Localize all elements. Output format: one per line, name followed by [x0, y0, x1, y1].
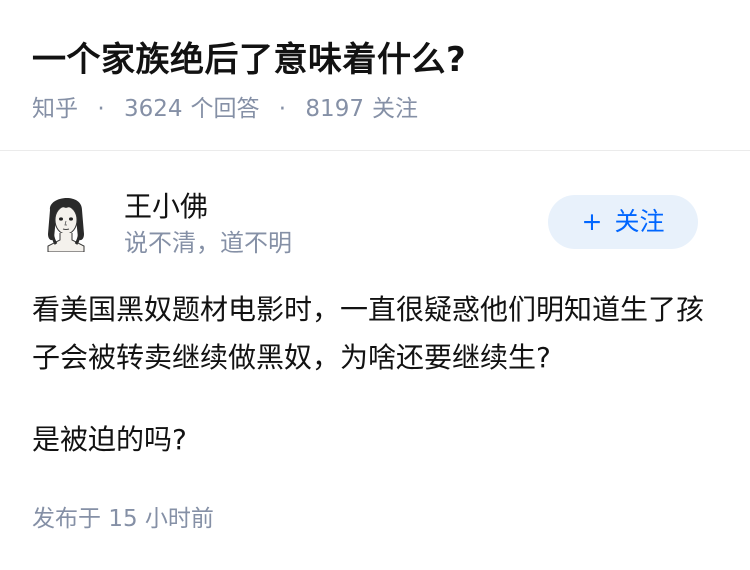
plus-icon: + — [581, 207, 603, 236]
body-paragraph: 是被迫的吗? — [32, 423, 187, 456]
question-meta: 知乎 · 3624 个回答 · 8197 关注 — [32, 92, 418, 126]
answer-label: 个回答 — [190, 96, 260, 122]
meta-separator: · — [97, 96, 105, 122]
author-bio: 说不清，道不明 — [124, 229, 292, 257]
author-name[interactable]: 王小佛 — [124, 188, 208, 226]
avatar-sketch-icon — [47, 197, 85, 253]
question-header: 一个家族绝后了意味着什么? 知乎 · 3624 个回答 · 8197 关注 — [0, 0, 750, 151]
question-title[interactable]: 一个家族绝后了意味着什么? — [32, 36, 466, 84]
follower-label: 关注 — [371, 96, 418, 122]
published-label: 发布于 — [32, 506, 101, 532]
answer-count: 3624 — [123, 96, 183, 122]
source-label[interactable]: 知乎 — [32, 96, 78, 122]
follower-count: 8197 — [305, 96, 364, 122]
author-row: 王小佛 说不清，道不明 + 关注 — [0, 180, 750, 260]
question-body: 看美国黑奴题材电影时，一直很疑惑他们明知道生了孩子会被转卖继续做黑奴，为啥还要继… — [32, 286, 712, 464]
published-time: 发布于 15 小时前 — [32, 502, 214, 536]
follow-button-label: 关注 — [614, 207, 665, 236]
follow-button[interactable]: + 关注 — [548, 195, 698, 249]
body-paragraph: 看美国黑奴题材电影时，一直很疑惑他们明知道生了孩子会被转卖继续做黑奴，为啥还要继… — [32, 293, 705, 374]
avatar[interactable] — [36, 188, 96, 253]
meta-separator: · — [278, 96, 287, 122]
published-time-value: 15 小时前 — [108, 506, 214, 532]
